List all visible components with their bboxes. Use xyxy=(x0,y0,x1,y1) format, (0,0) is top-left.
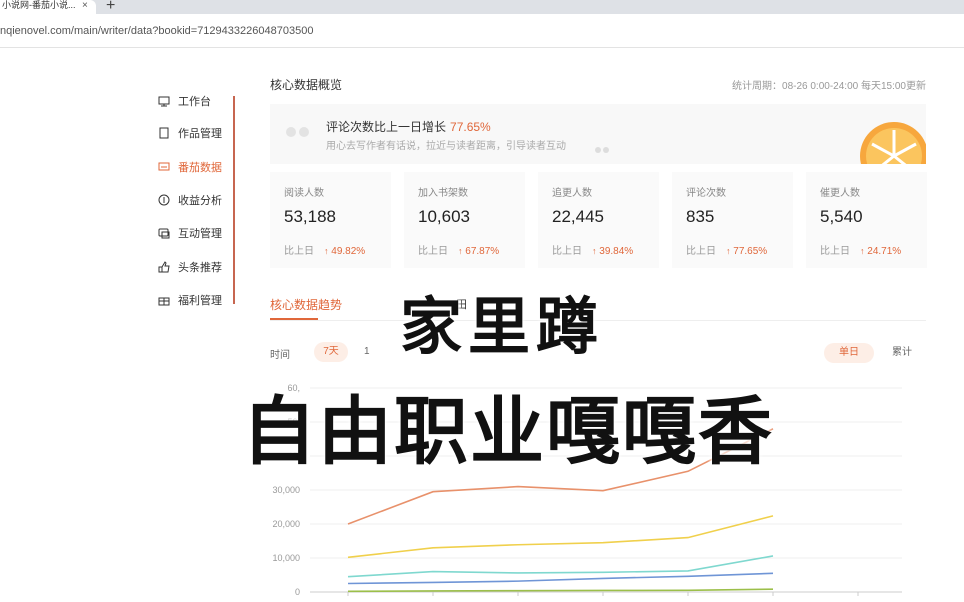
stat-card-foot: 比上日 ↑ 49.82% xyxy=(284,242,365,257)
up-arrow-icon: ↑ xyxy=(324,246,329,256)
stat-time: 统计周期：08-26 0:00-24:00 每天15:00更新 xyxy=(732,81,926,92)
y-tick-label: 0 xyxy=(295,587,300,597)
stat-card-foot: 比上日 ↑ 67.87% xyxy=(418,242,499,257)
overlay-caption-1: 家里蹲 xyxy=(399,290,604,363)
series-line-2 xyxy=(347,555,774,578)
thumb-up-icon xyxy=(158,261,170,273)
stat-card-change: 39.84% xyxy=(599,246,634,257)
stat-card-label: 加入书架数 xyxy=(418,188,468,199)
new-tab-icon[interactable]: + xyxy=(106,0,115,15)
stat-card-label: 阅读人数 xyxy=(284,188,324,199)
stat-card[interactable]: 加入书架数 10,603 比上日 ↑ 67.87% xyxy=(404,172,525,268)
stat-card-change: 67.87% xyxy=(465,246,500,257)
up-arrow-icon: ↑ xyxy=(726,246,731,256)
url-text[interactable]: nqienovel.com/main/writer/data?bookid=71… xyxy=(0,25,313,37)
notice-banner: 评论次数比上一日增长 77.65% 用心去写作者有话说，拉近与读者距离，引导读者互… xyxy=(270,104,926,164)
stat-card-label: 催更人数 xyxy=(820,188,860,199)
stat-card-label: 追更人数 xyxy=(552,188,592,199)
sidebar-item-label: 互动管理 xyxy=(178,228,222,240)
stat-card[interactable]: 阅读人数 53,188 比上日 ↑ 49.82% xyxy=(270,172,391,268)
stat-card-foot-label: 比上日 xyxy=(820,246,850,257)
stat-card-foot-label: 比上日 xyxy=(418,246,448,257)
orange-illustration-icon xyxy=(860,122,926,164)
stat-card-foot-label: 比上日 xyxy=(284,246,314,257)
stat-card-change: 77.65% xyxy=(733,246,768,257)
stat-card-label: 评论次数 xyxy=(686,188,726,199)
series-line-3 xyxy=(347,572,774,585)
stat-card-foot: 比上日 ↑ 24.71% xyxy=(820,242,901,257)
up-arrow-icon: ↑ xyxy=(458,246,463,256)
sidebar-divider xyxy=(233,96,235,304)
series-line-4 xyxy=(347,588,774,593)
stat-card-foot-label: 比上日 xyxy=(552,246,582,257)
stat-card-value: 835 xyxy=(686,207,715,226)
stat-card-foot-label: 比上日 xyxy=(686,246,716,257)
stat-card-value: 53,188 xyxy=(284,207,336,226)
banner-subtitle: 用心去写作者有话说，拉近与读者距离，引导读者互动 xyxy=(326,141,566,152)
sidebar-item-label: 作品管理 xyxy=(178,128,222,140)
banner-dots xyxy=(286,124,312,142)
up-arrow-icon: ↑ xyxy=(860,246,865,256)
overlay-caption-2: 自由职业嘎嘎香 xyxy=(242,389,774,475)
banner-title: 评论次数比上一日增长 77.65% xyxy=(326,118,491,135)
document-icon xyxy=(158,127,170,139)
sidebar-item-0[interactable]: 工作台 xyxy=(158,92,211,110)
y-tick-label: 10,000 xyxy=(272,553,300,563)
browser-tab[interactable]: 小说网-番茄小说... × xyxy=(0,0,96,14)
coin-icon xyxy=(158,194,170,206)
series-line-1 xyxy=(347,515,774,559)
up-arrow-icon: ↑ xyxy=(592,246,597,256)
stat-card-value: 22,445 xyxy=(552,207,604,226)
banner-title-text: 评论次数比上一日增长 xyxy=(326,120,447,134)
chat-icon xyxy=(158,227,170,239)
stat-card-foot: 比上日 ↑ 39.84% xyxy=(552,242,633,257)
banner-dots-small xyxy=(595,140,611,158)
stat-card[interactable]: 催更人数 5,540 比上日 ↑ 24.71% xyxy=(806,172,927,268)
stat-card[interactable]: 追更人数 22,445 比上日 ↑ 39.84% xyxy=(538,172,659,268)
y-tick-label: 20,000 xyxy=(272,519,300,529)
browser-tab-title: 小说网-番茄小说... xyxy=(2,0,76,10)
sidebar-item-4[interactable]: 互动管理 xyxy=(158,224,222,242)
stat-card-foot: 比上日 ↑ 77.65% xyxy=(686,242,767,257)
chart-icon xyxy=(158,161,170,173)
close-icon[interactable]: × xyxy=(82,0,88,11)
browser-tab-strip: 小说网-番茄小说... × + xyxy=(0,0,964,14)
sidebar-item-label: 番茄数据 xyxy=(178,162,222,174)
sidebar-item-1[interactable]: 作品管理 xyxy=(158,124,222,142)
stat-card[interactable]: 评论次数 835 比上日 ↑ 77.65% xyxy=(672,172,793,268)
sidebar-item-label: 工作台 xyxy=(178,96,211,108)
sidebar-item-label: 头条推荐 xyxy=(178,262,222,274)
stat-card-value: 10,603 xyxy=(418,207,470,226)
section-title: 核心数据概览 xyxy=(270,78,343,92)
monitor-icon xyxy=(158,95,170,107)
stat-card-value: 5,540 xyxy=(820,207,863,226)
sidebar-item-2[interactable]: 番茄数据 xyxy=(158,158,222,176)
banner-pct: 77.65% xyxy=(450,120,491,134)
sidebar-item-5[interactable]: 头条推荐 xyxy=(158,258,222,276)
sidebar-item-3[interactable]: 收益分析 xyxy=(158,191,222,209)
sidebar-item-label: 收益分析 xyxy=(178,195,222,207)
address-bar[interactable]: nqienovel.com/main/writer/data?bookid=71… xyxy=(0,14,964,48)
stat-card-change: 24.71% xyxy=(867,246,902,257)
y-tick-label: 30,000 xyxy=(272,485,300,495)
stat-card-change: 49.82% xyxy=(331,246,366,257)
